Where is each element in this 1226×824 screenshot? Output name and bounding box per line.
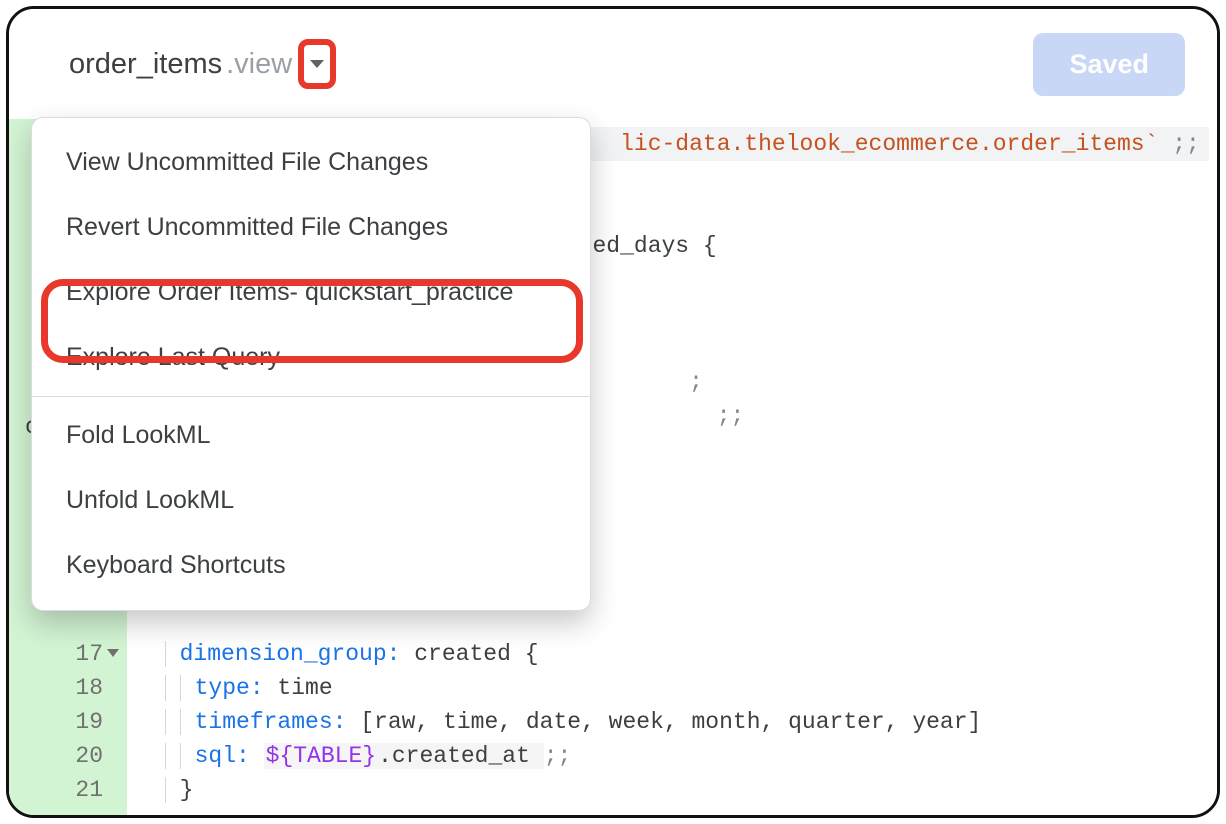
file-basename: order_items <box>69 48 222 81</box>
line-number: 18 <box>9 671 121 705</box>
code-keyword: timeframes: <box>195 709 347 735</box>
code-id: time <box>264 675 333 701</box>
menu-divider <box>32 396 590 397</box>
code-brace: { <box>525 641 539 667</box>
file-header: order_items.view Saved <box>9 9 1217 119</box>
code-variable: ${TABLE} <box>264 743 378 769</box>
code-brace: { <box>703 233 717 259</box>
line-number: 21 <box>9 773 121 807</box>
code-id: created <box>400 641 524 667</box>
code-line[interactable]: sql: ${TABLE}.created_at ;; <box>137 739 1209 773</box>
code-keyword: type: <box>195 675 264 701</box>
code-id: .created_at <box>378 743 544 769</box>
code-punct: ; <box>689 369 703 395</box>
code-line[interactable]: } <box>137 773 1209 807</box>
line-number: 19 <box>9 705 121 739</box>
code-line[interactable]: dimension_group: created { <box>137 637 1209 671</box>
code-brace: } <box>180 777 194 803</box>
code-punct: ;; <box>1158 131 1199 157</box>
code-keyword: sql: <box>195 743 250 769</box>
file-menu-dropdown-button[interactable] <box>298 39 336 89</box>
menu-item-revert-uncommitted[interactable]: Revert Uncommitted File Changes <box>32 195 590 260</box>
file-name: order_items.view <box>69 39 336 89</box>
saved-button[interactable]: Saved <box>1033 33 1185 96</box>
menu-item-keyboard-shortcuts[interactable]: Keyboard Shortcuts <box>32 533 590 598</box>
code-keyword: dimension_group: <box>180 641 401 667</box>
menu-item-fold-lookml[interactable]: Fold LookML <box>32 403 590 468</box>
code-punct: ;; <box>544 743 572 769</box>
code-line[interactable]: timeframes: [raw, time, date, week, mont… <box>137 705 1209 739</box>
menu-item-explore-last-query[interactable]: Explore Last Query <box>32 325 590 390</box>
menu-item-view-uncommitted[interactable]: View Uncommitted File Changes <box>32 130 590 195</box>
line-number: 20 <box>9 739 121 773</box>
menu-item-unfold-lookml[interactable]: Unfold LookML <box>32 468 590 533</box>
app-window: order_items.view Saved 17 18 19 <box>6 6 1220 818</box>
caret-down-icon <box>309 58 325 70</box>
code-string: lic-data.thelook_ecommerce.order_items` <box>620 131 1158 157</box>
code-id: ed_days <box>592 233 702 259</box>
code-line[interactable]: type: time <box>137 671 1209 705</box>
code-id: [raw, time, date, week, month, quarter, … <box>346 709 981 735</box>
code-punct: ;; <box>703 403 744 429</box>
menu-item-explore-order-items[interactable]: Explore Order Items- quickstart_practice <box>32 260 590 325</box>
file-context-menu: View Uncommitted File Changes Revert Unc… <box>31 117 591 611</box>
line-number[interactable]: 17 <box>9 637 121 671</box>
file-extension: .view <box>226 48 292 81</box>
